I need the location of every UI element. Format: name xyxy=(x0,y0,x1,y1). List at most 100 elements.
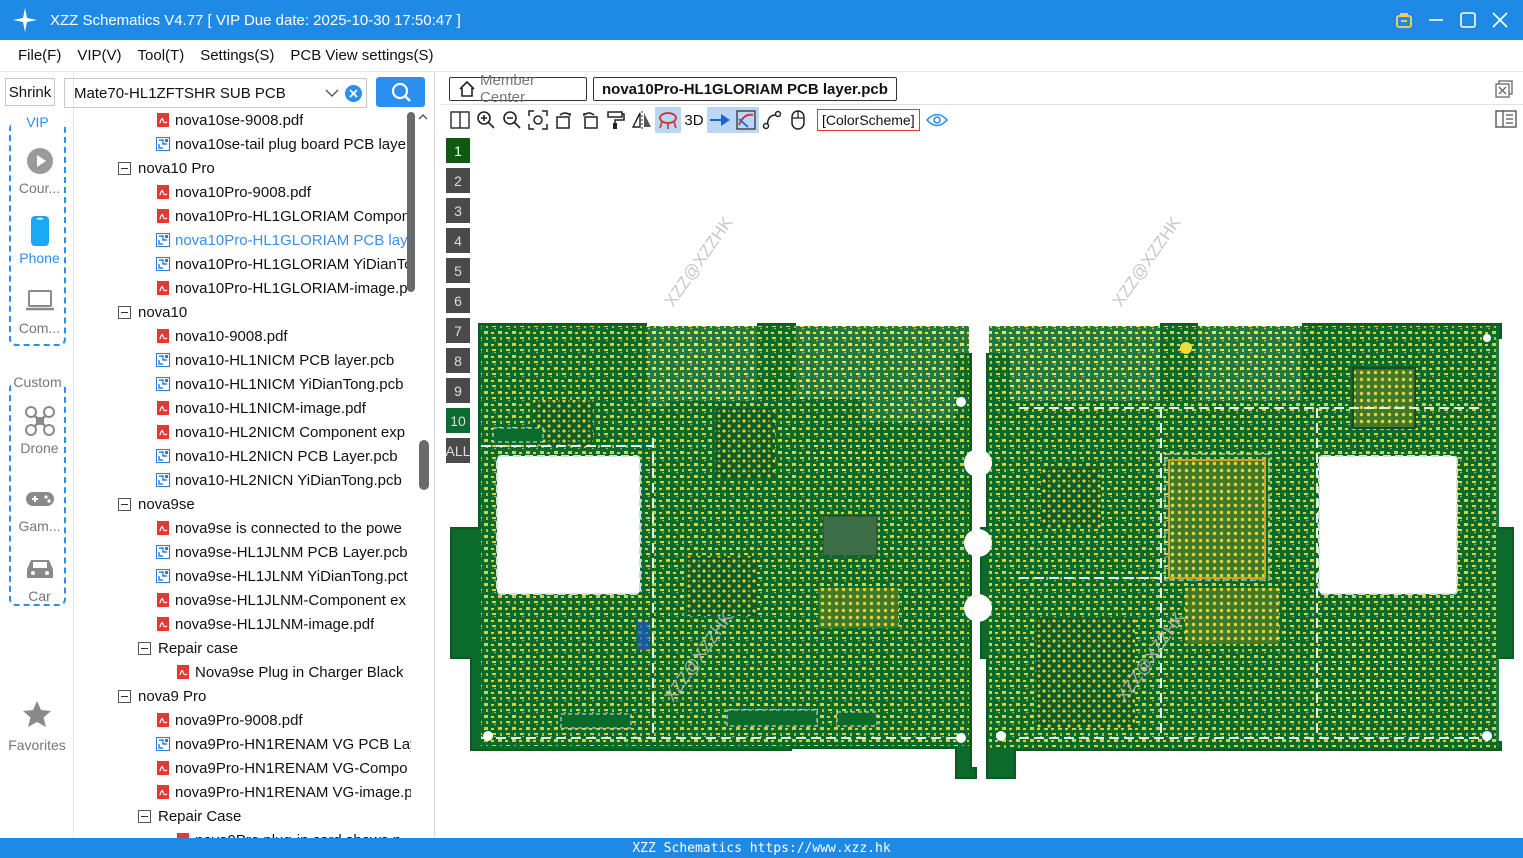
tree-file-pdf[interactable]: nova10se-9008.pdf xyxy=(156,108,303,132)
zoom-out-icon[interactable] xyxy=(499,107,525,133)
tree-file-pdf[interactable]: Nova9se Plug in Charger Black xyxy=(176,660,403,684)
tree-file-pcb[interactable]: nova9se-HL1JLNM PCB Layer.pcb xyxy=(156,540,408,564)
trace-tool-icon[interactable] xyxy=(759,107,785,133)
rail-item-label: Com... xyxy=(18,320,61,336)
tree-file-pdf[interactable]: nova10Pro-9008.pdf xyxy=(156,180,311,204)
layer-button-1[interactable]: 1 xyxy=(446,138,470,163)
layer-button-7[interactable]: 7 xyxy=(446,318,470,343)
maximize-button[interactable] xyxy=(1459,11,1477,29)
layer-button-10[interactable]: 10 xyxy=(446,408,470,433)
rotate-left-icon[interactable] xyxy=(551,107,577,133)
paint-roller-icon[interactable] xyxy=(603,107,629,133)
tree-file-pdf[interactable]: nova9se is connected to the powe xyxy=(156,516,402,540)
tree-scrollbar[interactable] xyxy=(407,112,415,292)
layer-button-8[interactable]: 8 xyxy=(446,348,470,373)
mouse-mode-icon[interactable] xyxy=(785,107,811,133)
layer-button-2[interactable]: 2 xyxy=(446,168,470,193)
layer-button-5[interactable]: 5 xyxy=(446,258,470,283)
tree-file-pdf[interactable]: nova9se-HL1JLNM-image.pdf xyxy=(156,612,374,636)
close-all-tabs-icon[interactable] xyxy=(1495,80,1513,98)
fit-view-icon[interactable] xyxy=(525,107,551,133)
chevron-down-icon[interactable] xyxy=(324,85,340,101)
tree-file-pdf[interactable]: nova9Pro-HN1RENAM VG-Compo xyxy=(156,756,408,780)
rail-item-phone[interactable]: Phone xyxy=(11,216,68,266)
tree-file-pcb[interactable]: nova10-HL2NICN YiDianTong.pcb xyxy=(156,468,402,492)
tree-file-pdf[interactable]: nova10Pro-HL1GLORIAM-image.p xyxy=(156,276,408,300)
net-highlight-icon[interactable] xyxy=(655,107,681,133)
tab-active-pcb[interactable]: nova10Pro-HL1GLORIAM PCB layer.pcb xyxy=(593,77,897,101)
mirror-icon[interactable] xyxy=(629,107,655,133)
tab-member-center[interactable]: Member Center xyxy=(449,72,587,106)
menu-pcb-view-settings[interactable]: PCB View settings(S) xyxy=(290,47,433,64)
layer-button-all[interactable]: ALL xyxy=(446,438,470,463)
tree-file-pdf[interactable]: nova9se-HL1JLNM-Component ex xyxy=(156,588,406,612)
tree-item-label: nova10Pro-9008.pdf xyxy=(175,183,311,201)
model-search-input[interactable]: Mate70-HL1ZFTSHR SUB PCB xyxy=(64,78,367,108)
tree-file-pdf[interactable]: nova9Pro-9008.pdf xyxy=(156,708,303,732)
collapse-toggle-icon[interactable] xyxy=(118,497,131,511)
menu-settings[interactable]: Settings(S) xyxy=(200,47,274,64)
collapse-toggle-icon[interactable] xyxy=(118,305,131,319)
tree-folder[interactable]: nova10 Pro xyxy=(118,156,215,180)
tree-file-pcb[interactable]: nova10-HL2NICN PCB Layer.pcb xyxy=(156,444,398,468)
collapse-toggle-icon[interactable] xyxy=(118,161,131,175)
tree-file-pdf[interactable]: nova10-HL1NICM-image.pdf xyxy=(156,396,366,420)
tree-file-pcb[interactable]: nova10-HL1NICM YiDianTong.pcb xyxy=(156,372,403,396)
rail-item-course[interactable]: Cour... xyxy=(11,146,68,196)
tree-folder[interactable]: nova9 Pro xyxy=(118,684,206,708)
rail-item-computer[interactable]: Com... xyxy=(11,286,68,336)
clear-search-icon[interactable] xyxy=(345,85,362,102)
tree-file-pcb[interactable]: nova10-HL1NICM PCB layer.pcb xyxy=(156,348,394,372)
tree-file-pdf[interactable]: nova9Pro-HN1RENAM VG-image.p xyxy=(156,780,411,804)
scroll-up-icon[interactable] xyxy=(418,112,428,122)
pcb-canvas[interactable]: XZZ@XZZHK XZZ@XZZHK XZZ@XZZHK XZZ@XZZHK xyxy=(441,138,1523,838)
zoom-in-icon[interactable] xyxy=(473,107,499,133)
side-panel-toggle-icon[interactable] xyxy=(1495,109,1517,129)
tree-item-label: nova9Pro-HN1RENAM VG-Compo xyxy=(175,759,408,777)
menu-tool[interactable]: Tool(T) xyxy=(138,47,185,64)
layer-select-icon[interactable] xyxy=(733,107,759,133)
rail-item-game[interactable]: Gam... xyxy=(11,484,68,534)
vip-bag-icon[interactable] xyxy=(1395,11,1413,29)
rail-item-drone[interactable]: Drone xyxy=(11,406,68,456)
eye-icon[interactable] xyxy=(924,107,950,133)
pin-arrow-icon[interactable] xyxy=(707,107,733,133)
category-rail: Shrink VIP Cour... Phone Com... Custom D… xyxy=(0,72,74,838)
menu-file[interactable]: File(F) xyxy=(18,47,61,64)
tree-file-pcb[interactable]: nova10se-tail plug board PCB laye xyxy=(156,132,406,156)
collapse-toggle-icon[interactable] xyxy=(138,641,151,655)
layer-button-6[interactable]: 6 xyxy=(446,288,470,313)
tree-file-pcb[interactable]: nova9Pro-HN1RENAM VG PCB Lay xyxy=(156,732,411,756)
tree-file-pcb[interactable]: nova10Pro-HL1GLORIAM PCB laye xyxy=(156,228,411,252)
layer-button-9[interactable]: 9 xyxy=(446,378,470,403)
search-button[interactable] xyxy=(376,77,425,107)
tree-folder[interactable]: nova9se xyxy=(118,492,195,516)
tree-folder[interactable]: nova10 xyxy=(118,300,187,324)
favorites-item[interactable]: Favorites xyxy=(0,700,74,753)
color-scheme-button[interactable]: [ColorScheme] xyxy=(817,109,920,131)
panel-splitter-handle[interactable] xyxy=(419,440,429,490)
split-view-icon[interactable] xyxy=(447,107,473,133)
tree-folder[interactable]: Repair Case xyxy=(138,804,241,828)
custom-group-label: Custom xyxy=(11,374,64,390)
tree-item-label: nova10-HL2NICN YiDianTong.pcb xyxy=(175,471,402,489)
menu-vip[interactable]: VIP(V) xyxy=(77,47,121,64)
tree-file-pdf[interactable]: nova10Pro-HL1GLORIAM Compon xyxy=(156,204,410,228)
minimize-button[interactable] xyxy=(1427,11,1445,29)
3d-view-button[interactable]: 3D xyxy=(681,107,707,133)
rotate-right-icon[interactable] xyxy=(577,107,603,133)
collapse-toggle-icon[interactable] xyxy=(138,809,151,823)
tree-file-pdf[interactable]: nova10-9008.pdf xyxy=(156,324,288,348)
close-button[interactable] xyxy=(1491,11,1509,29)
tree-file-pcb[interactable]: nova10Pro-HL1GLORIAM YiDianTc xyxy=(156,252,411,276)
layer-button-3[interactable]: 3 xyxy=(446,198,470,223)
layer-button-4[interactable]: 4 xyxy=(446,228,470,253)
rail-item-car[interactable]: Car xyxy=(11,554,68,604)
tree-folder[interactable]: Repair case xyxy=(138,636,238,660)
tree-item-label: nova10Pro-HL1GLORIAM-image.p xyxy=(175,279,408,297)
collapse-toggle-icon[interactable] xyxy=(118,689,131,703)
shrink-button[interactable]: Shrink xyxy=(5,78,55,106)
tree-file-pcb[interactable]: nova9se-HL1JLNM YiDianTong.pct xyxy=(156,564,408,588)
tree-file-pdf[interactable]: nova10-HL2NICM Component exp xyxy=(156,420,405,444)
tree-file-pdf[interactable]: nova9Pro plug-in card shows n xyxy=(176,828,401,838)
